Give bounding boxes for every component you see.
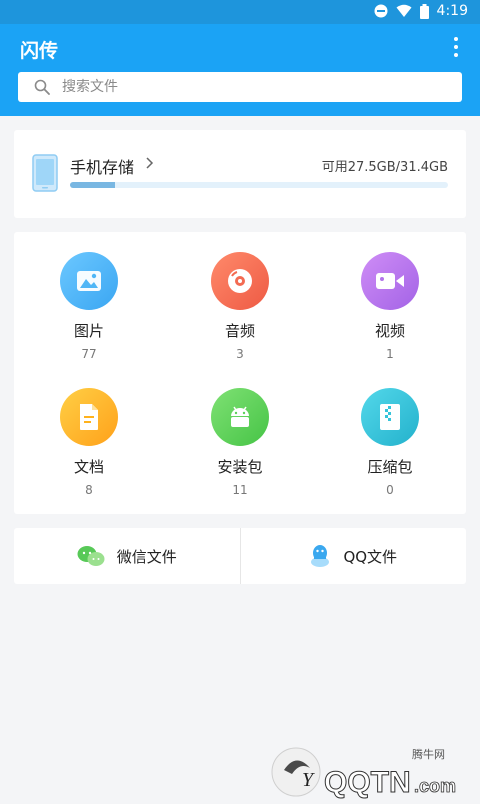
wechat-icon (77, 546, 105, 566)
status-bar: 4:19 (0, 0, 480, 24)
android-icon (211, 388, 269, 446)
chevron-right-icon (146, 157, 154, 169)
video-camera-icon (361, 252, 419, 310)
category-audio[interactable]: 音频 3 (180, 252, 300, 361)
category-label: 文档 (73, 458, 104, 476)
category-count: 77 (81, 347, 97, 361)
status-icons: 4:19 (374, 3, 468, 19)
storage-progress-bar (70, 182, 448, 188)
phone-icon (32, 154, 58, 192)
category-count: 3 (236, 347, 244, 361)
storage-progress-fill (70, 182, 116, 188)
image-icon (60, 252, 118, 310)
more-vert-icon[interactable] (448, 36, 464, 58)
shortcuts-bar: 微信文件 QQ文件 (14, 528, 466, 584)
battery-icon (419, 3, 429, 19)
phone-storage-card[interactable]: 手机存储 可用27.5GB/31.4GB (14, 130, 466, 218)
search-input[interactable] (60, 78, 424, 96)
zip-archive-icon (361, 388, 419, 446)
watermark-brand: QQTN (324, 766, 411, 799)
category-documents[interactable]: 文档 8 (29, 388, 149, 497)
search-box[interactable] (18, 72, 462, 102)
qq-files-button[interactable]: QQ文件 (239, 528, 467, 584)
app-bar: 闪传 (0, 24, 480, 116)
do-not-disturb-icon (374, 4, 388, 18)
watermark-site: 腾牛网 (412, 747, 445, 761)
svg-text:Y: Y (302, 769, 315, 791)
qqtn-logo: Y 腾牛网 QQTN .com (271, 747, 456, 800)
category-label: 图片 (73, 322, 104, 340)
category-apks[interactable]: 安装包 11 (180, 388, 300, 497)
category-grid: 图片 77 音频 3 视频 1 文档 8 安装包 11 压缩包 0 (14, 232, 466, 514)
category-count: 0 (386, 483, 394, 497)
watermark-logo: Y 腾牛网 QQTN .com (264, 740, 474, 800)
document-icon (60, 388, 118, 446)
category-label: 视频 (374, 322, 405, 340)
storage-available: 可用27.5GB/31.4GB (321, 160, 448, 175)
music-disc-icon (211, 252, 269, 310)
category-label: 音频 (224, 322, 255, 340)
category-videos[interactable]: 视频 1 (330, 252, 450, 361)
wechat-files-label: 微信文件 (116, 547, 177, 566)
status-time: 4:19 (436, 3, 468, 19)
category-label: 安装包 (217, 458, 263, 476)
category-label: 压缩包 (367, 458, 413, 476)
category-count: 11 (232, 483, 248, 497)
qq-icon (311, 545, 330, 567)
category-count: 1 (386, 347, 394, 361)
wifi-icon (396, 4, 412, 17)
category-archives[interactable]: 压缩包 0 (330, 388, 450, 497)
storage-title: 手机存储 (70, 158, 135, 177)
watermark-suffix: .com (414, 776, 456, 796)
search-icon (34, 79, 50, 95)
wechat-files-button[interactable]: 微信文件 (14, 528, 240, 584)
app-title: 闪传 (20, 40, 59, 62)
category-images[interactable]: 图片 77 (29, 252, 149, 361)
qq-files-label: QQ文件 (343, 547, 398, 566)
category-count: 8 (85, 483, 93, 497)
